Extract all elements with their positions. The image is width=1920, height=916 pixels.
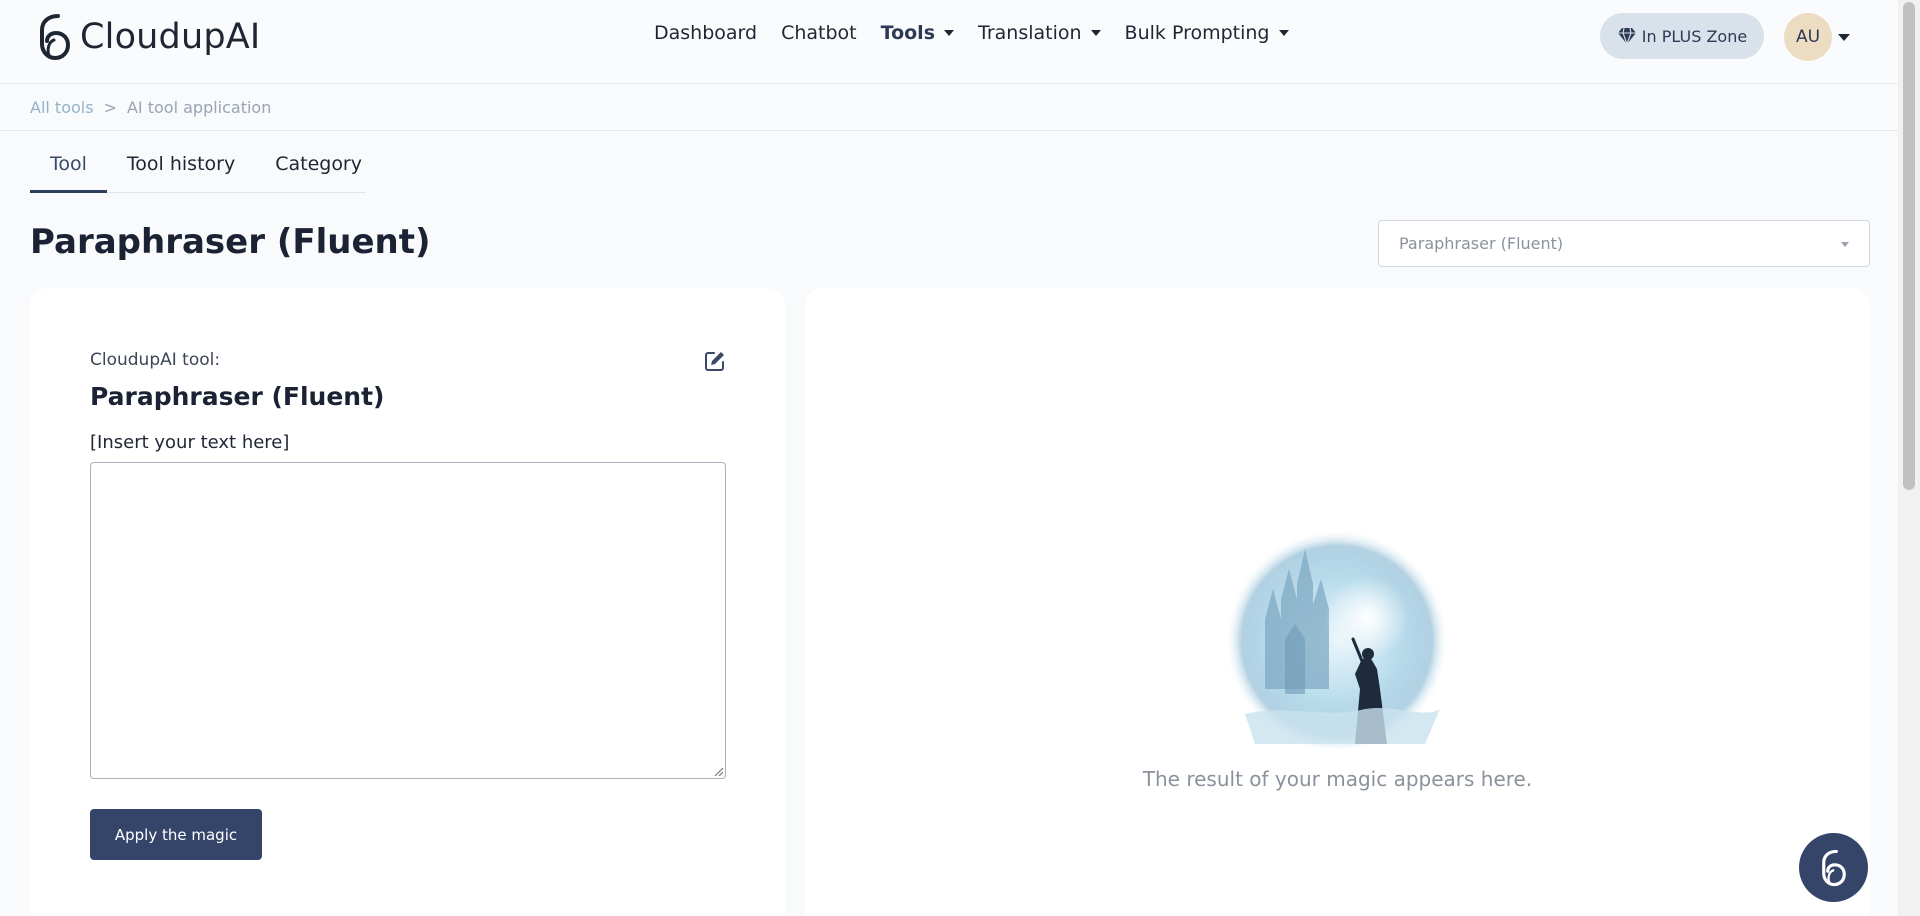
- chevron-down-icon: [944, 30, 955, 36]
- resize-grip-icon[interactable]: [712, 765, 724, 777]
- cloudupai-logo-icon: [40, 14, 71, 61]
- avatar-initials: AU: [1795, 27, 1821, 47]
- nav-bulk-prompting[interactable]: Bulk Prompting: [1125, 22, 1289, 44]
- text-input[interactable]: [90, 462, 726, 779]
- avatar-chevron-down-icon[interactable]: [1838, 34, 1850, 41]
- breadcrumb-all-tools[interactable]: All tools: [30, 98, 94, 117]
- nav-tools-label: Tools: [880, 22, 936, 44]
- scrollbar-thumb[interactable]: [1903, 2, 1915, 490]
- breadcrumb-separator: >: [103, 98, 117, 117]
- chevron-down-icon: [1090, 30, 1101, 36]
- tool-select-dropdown[interactable]: Paraphraser (Fluent): [1378, 220, 1870, 267]
- breadcrumb: All tools > AI tool application: [30, 98, 271, 117]
- tab-tool[interactable]: Tool: [30, 141, 107, 193]
- nav-chatbot-label: Chatbot: [781, 22, 857, 44]
- brand-logo[interactable]: CloudupAI: [36, 12, 260, 62]
- chat-fab-icon: [1821, 849, 1846, 886]
- wizard-castle-illustration: [1225, 529, 1449, 753]
- page-title: Paraphraser (Fluent): [30, 222, 431, 262]
- diamond-icon: [1617, 27, 1636, 45]
- apply-magic-button[interactable]: Apply the magic: [90, 809, 262, 860]
- tool-name: Paraphraser (Fluent): [90, 382, 385, 411]
- chevron-down-icon: [1841, 242, 1849, 247]
- tab-tool-history[interactable]: Tool history: [107, 141, 255, 193]
- nav-dashboard-label: Dashboard: [654, 22, 758, 44]
- tool-label: CloudupAI tool:: [90, 350, 221, 370]
- page-scrollbar[interactable]: [1898, 0, 1920, 916]
- nav-bulk-prompting-label: Bulk Prompting: [1124, 22, 1270, 44]
- chevron-down-icon: [1278, 30, 1289, 36]
- plus-zone-label: In PLUS Zone: [1641, 26, 1748, 46]
- nav-translation[interactable]: Translation: [978, 22, 1101, 44]
- breadcrumb-bar: All tools > AI tool application: [0, 85, 1898, 131]
- nav-translation-label: Translation: [978, 22, 1082, 44]
- result-card: The result of your magic appears here.: [805, 288, 1870, 916]
- tool-tabs: Tool Tool history Category: [30, 141, 366, 193]
- chat-fab-button[interactable]: [1799, 833, 1868, 902]
- main-nav: Dashboard Chatbot Tools Translation Bulk…: [654, 22, 1313, 44]
- tab-category[interactable]: Category: [255, 141, 382, 193]
- brand-name: CloudupAI: [80, 17, 261, 57]
- tool-input-card: CloudupAI tool: Paraphraser (Fluent) [In…: [30, 288, 785, 916]
- top-header: CloudupAI Dashboard Chatbot Tools Transl…: [0, 0, 1898, 84]
- tool-select-value: Paraphraser (Fluent): [1399, 234, 1564, 253]
- avatar[interactable]: AU: [1784, 13, 1832, 61]
- edit-icon[interactable]: [704, 350, 726, 372]
- plus-zone-badge[interactable]: In PLUS Zone: [1600, 13, 1764, 59]
- result-placeholder: The result of your magic appears here.: [1142, 767, 1533, 791]
- nav-dashboard[interactable]: Dashboard: [654, 22, 757, 44]
- nav-tools[interactable]: Tools: [880, 22, 955, 44]
- input-label: [Insert your text here]: [90, 432, 290, 453]
- nav-chatbot[interactable]: Chatbot: [781, 22, 857, 44]
- breadcrumb-current: AI tool application: [126, 98, 272, 117]
